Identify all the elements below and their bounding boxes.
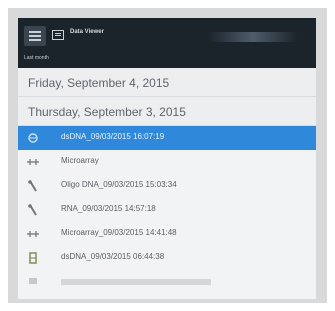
- run-list: dsDNA_09/03/2015 16:07:19 Microarray Oli…: [18, 126, 316, 299]
- app-title: Data Viewer: [70, 29, 104, 35]
- screen-glare: [208, 32, 298, 42]
- section-label: Last month: [24, 55, 49, 61]
- app-window: Data Viewer Last month Friday, September…: [18, 18, 316, 299]
- photo-frame: Data Viewer Last month Friday, September…: [8, 8, 327, 303]
- dna-icon: [29, 252, 37, 264]
- hamburger-icon: [29, 31, 41, 33]
- date-group-label: Thursday, September 3, 2015: [28, 105, 186, 119]
- partial-text: [61, 279, 211, 285]
- list-item-label: dsDNA_09/03/2015 16:07:19: [61, 132, 165, 141]
- dna-icon: [28, 133, 38, 143]
- list-item[interactable]: Microarray: [18, 150, 316, 174]
- oligo-icon: [28, 180, 37, 192]
- list-item-label: Oligo DNA_09/03/2015 15:03:34: [61, 180, 177, 189]
- title-bar: Data Viewer Last month: [18, 18, 316, 68]
- list-item[interactable]: dsDNA_09/03/2015 16:07:19: [18, 126, 316, 150]
- list-item[interactable]: RNA_09/03/2015 14:57:18: [18, 198, 316, 222]
- microarray-icon: [27, 231, 39, 237]
- date-group-header[interactable]: Friday, September 4, 2015: [18, 68, 316, 97]
- list-item-label: Microarray_09/03/2015 14:41:48: [61, 228, 177, 237]
- data-viewer-icon: [52, 30, 64, 40]
- list-item[interactable]: Microarray_09/03/2015 14:41:48: [18, 222, 316, 246]
- list-item[interactable]: Oligo DNA_09/03/2015 15:03:34: [18, 174, 316, 198]
- menu-button[interactable]: [24, 26, 46, 46]
- list-item-partial[interactable]: [18, 273, 316, 297]
- partial-icon: [29, 278, 37, 284]
- microarray-icon: [27, 159, 39, 165]
- list-item-label: dsDNA_09/03/2015 06:44:38: [61, 252, 165, 261]
- date-group-label: Friday, September 4, 2015: [28, 76, 170, 90]
- list-item-label: RNA_09/03/2015 14:57:18: [61, 204, 156, 213]
- date-group-header[interactable]: Thursday, September 3, 2015: [18, 97, 316, 126]
- list-item-label: Microarray: [61, 156, 99, 165]
- rna-icon: [28, 204, 37, 216]
- list-item[interactable]: dsDNA_09/03/2015 06:44:38: [18, 246, 316, 270]
